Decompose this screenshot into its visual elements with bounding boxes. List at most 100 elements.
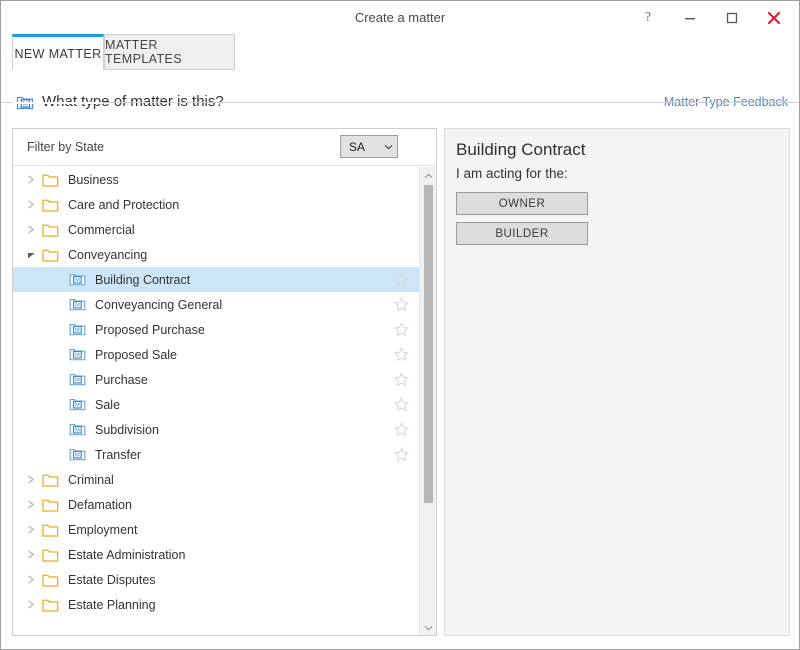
tree-row-label: Conveyancing <box>68 247 148 262</box>
tree-row[interactable]: M Proposed Purchase <box>13 317 419 342</box>
folder-icon <box>41 497 60 513</box>
folder-icon <box>41 472 60 488</box>
tree-row[interactable]: Estate Planning <box>13 592 419 617</box>
matter-folder-icon: M <box>68 272 87 288</box>
close-button[interactable] <box>753 3 795 33</box>
scroll-down-button[interactable] <box>420 619 436 635</box>
tree-row-label: Estate Planning <box>68 597 156 612</box>
chevron-up-icon <box>424 173 433 178</box>
expand-triangle-icon[interactable] <box>23 575 39 584</box>
collapse-triangle-icon[interactable] <box>23 250 39 259</box>
tree-row[interactable]: Employment <box>13 517 419 542</box>
detail-subtitle: I am acting for the: <box>456 166 568 181</box>
svg-text:M: M <box>75 303 80 309</box>
tree-row-label: Building Contract <box>95 272 191 287</box>
close-icon <box>767 11 781 24</box>
matter-type-header: M What type of matter is this? Matter Ty… <box>1 87 799 119</box>
tree-row-label: Transfer <box>95 447 142 462</box>
tree-row[interactable]: Conveyancing <box>13 242 419 267</box>
favourite-star-icon[interactable] <box>393 371 410 387</box>
maximize-icon <box>726 12 738 23</box>
minimize-button[interactable] <box>669 3 711 33</box>
chevron-down-icon <box>379 144 397 150</box>
favourite-star-icon[interactable] <box>393 321 410 337</box>
tree-row-label: Estate Disputes <box>68 572 156 587</box>
tree-row-label: Defamation <box>68 497 132 512</box>
matter-folder-icon: M <box>68 422 87 438</box>
matter-folder-icon: M <box>68 372 87 388</box>
tree-row-label: Employment <box>68 522 138 537</box>
help-button[interactable]: ? <box>627 3 669 33</box>
favourite-star-icon[interactable] <box>393 421 410 437</box>
folder-icon <box>41 197 60 213</box>
tree-row-label: Estate Administration <box>68 547 186 562</box>
tree-row[interactable]: Estate Administration <box>13 542 419 567</box>
folder-icon <box>41 247 60 263</box>
expand-triangle-icon[interactable] <box>23 475 39 484</box>
detail-title: Building Contract <box>456 140 586 159</box>
tab-matter-templates[interactable]: MATTER TEMPLATES <box>104 34 235 70</box>
scrollbar-thumb[interactable] <box>424 185 433 503</box>
tree-row-label: Conveyancing General <box>95 297 223 312</box>
matter-folder-icon: M <box>68 297 87 313</box>
favourite-star-icon[interactable] <box>393 271 410 287</box>
scroll-up-button[interactable] <box>420 167 436 184</box>
tree-row-label: Criminal <box>68 472 114 487</box>
active-tab-mask <box>13 102 103 104</box>
folder-icon <box>41 597 60 613</box>
matter-folder-icon: M <box>68 347 87 363</box>
tree-row-label: Sale <box>95 397 121 412</box>
tree-row[interactable]: M Sale <box>13 392 419 417</box>
tree-row[interactable]: M Proposed Sale <box>13 342 419 367</box>
folder-icon <box>41 547 60 563</box>
favourite-star-icon[interactable] <box>393 296 410 312</box>
tab-new-matter[interactable]: NEW MATTER <box>12 34 104 70</box>
matter-folder-icon: M <box>68 447 87 463</box>
svg-text:M: M <box>75 328 80 334</box>
tree-row[interactable]: Estate Disputes <box>13 567 419 592</box>
svg-text:M: M <box>75 378 80 384</box>
tree-row-label: Business <box>68 172 119 187</box>
tab-new-matter-label: NEW MATTER <box>14 46 102 61</box>
expand-triangle-icon[interactable] <box>23 600 39 609</box>
favourite-star-icon[interactable] <box>393 446 410 462</box>
minimize-icon <box>685 17 695 19</box>
svg-text:M: M <box>75 428 80 434</box>
matter-type-tree[interactable]: Business Care and Protection Commercial Con… <box>13 167 419 635</box>
tree-row[interactable]: Defamation <box>13 492 419 517</box>
tree-row[interactable]: Criminal <box>13 467 419 492</box>
tree-row[interactable]: M Conveyancing General <box>13 292 419 317</box>
matter-folder-icon: M <box>68 397 87 413</box>
tree-row[interactable]: Commercial <box>13 217 419 242</box>
folder-icon <box>41 222 60 238</box>
svg-text:M: M <box>75 453 80 459</box>
tree-row-label: Care and Protection <box>68 197 180 212</box>
expand-triangle-icon[interactable] <box>23 225 39 234</box>
expand-triangle-icon[interactable] <box>23 175 39 184</box>
svg-text:M: M <box>75 353 80 359</box>
tree-row[interactable]: M Building Contract <box>13 267 419 292</box>
state-select[interactable]: SA <box>340 135 398 158</box>
tree-row[interactable]: Care and Protection <box>13 192 419 217</box>
maximize-button[interactable] <box>711 3 753 33</box>
matter-folder-icon: M <box>68 322 87 338</box>
role-button-builder[interactable]: BUILDER <box>456 222 588 245</box>
expand-triangle-icon[interactable] <box>23 550 39 559</box>
tree-row[interactable]: Business <box>13 167 419 192</box>
expand-triangle-icon[interactable] <box>23 500 39 509</box>
svg-text:M: M <box>75 403 80 409</box>
expand-triangle-icon[interactable] <box>23 200 39 209</box>
favourite-star-icon[interactable] <box>393 346 410 362</box>
tree-row[interactable]: M Transfer <box>13 442 419 467</box>
tree-row[interactable]: M Purchase <box>13 367 419 392</box>
tree-row-label: Purchase <box>95 372 148 387</box>
expand-triangle-icon[interactable] <box>23 525 39 534</box>
tree-row-label: Subdivision <box>95 422 159 437</box>
tree-scrollbar[interactable] <box>419 167 436 635</box>
folder-icon <box>41 172 60 188</box>
tree-row[interactable]: M Subdivision <box>13 417 419 442</box>
question-mark-icon: ? <box>644 9 652 25</box>
role-button-owner[interactable]: OWNER <box>456 192 588 215</box>
favourite-star-icon[interactable] <box>393 396 410 412</box>
title-bar: Create a matter ? <box>1 1 799 34</box>
